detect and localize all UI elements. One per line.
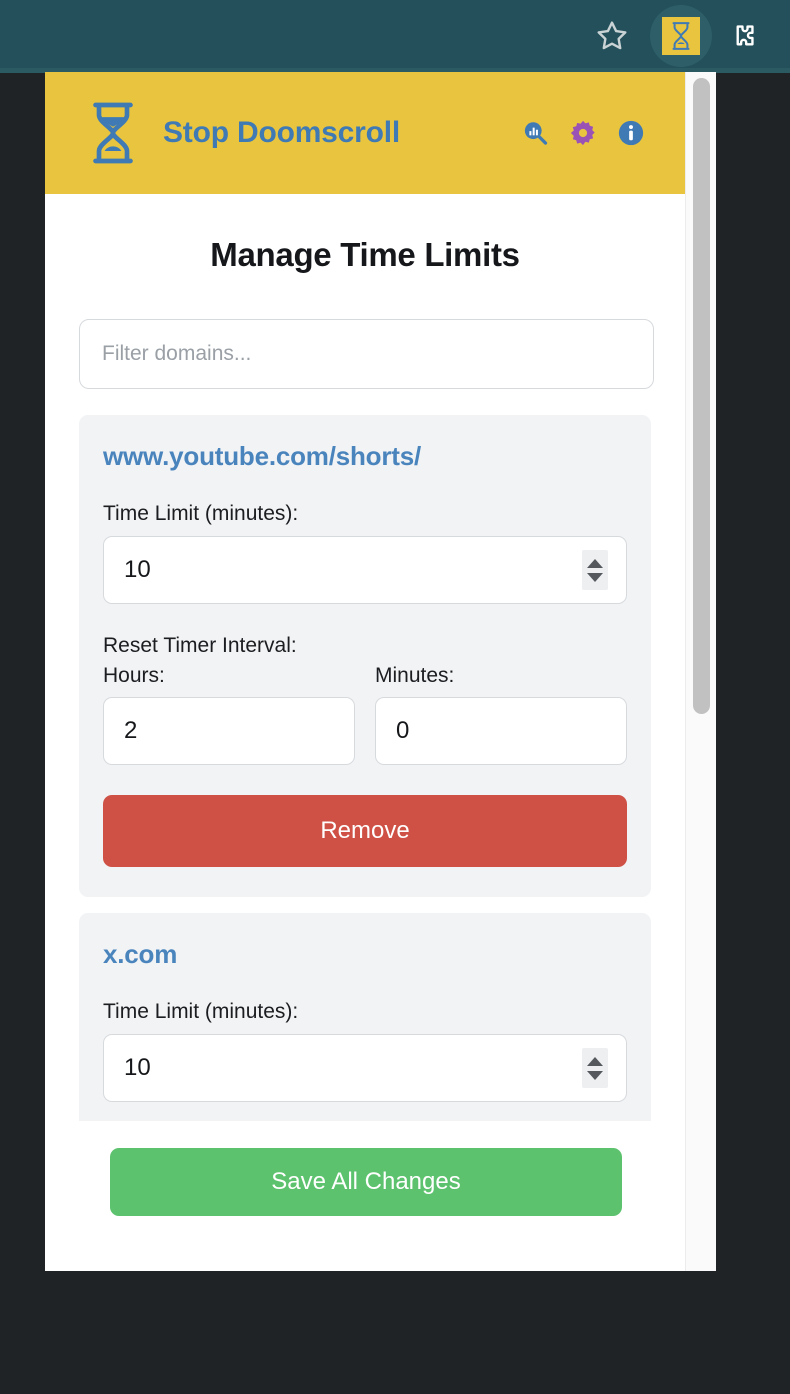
- info-icon: [618, 120, 644, 146]
- spinner-up-icon[interactable]: [587, 558, 603, 568]
- minutes-label: Minutes:: [375, 664, 455, 687]
- domain-name[interactable]: x.com: [103, 939, 627, 970]
- time-limit-value: 10: [124, 556, 151, 583]
- popup-scrollbar[interactable]: [685, 72, 716, 1271]
- time-limit-value: 10: [124, 1054, 151, 1081]
- save-all-changes-button[interactable]: Save All Changes: [110, 1148, 622, 1216]
- extensions-puzzle-button[interactable]: [712, 6, 772, 66]
- puzzle-piece-icon: [736, 25, 754, 46]
- gear-icon: [570, 120, 595, 146]
- time-limit-label: Time Limit (minutes):: [103, 1000, 299, 1023]
- hours-group: Hours: 2: [103, 664, 355, 765]
- extension-popup: Stop Doomscroll Manage Time Limits Filte…: [45, 72, 716, 1271]
- app-title: Stop Doomscroll: [163, 116, 401, 149]
- minutes-input[interactable]: 0: [375, 697, 627, 765]
- hourglass-icon: [672, 22, 690, 50]
- extension-toolbar-button[interactable]: [650, 5, 712, 67]
- bookmark-star-button[interactable]: [574, 6, 650, 66]
- browser-toolbar-buttons: [574, 5, 772, 67]
- hourglass-logo-icon: [93, 102, 133, 164]
- settings-button[interactable]: [569, 119, 597, 147]
- remove-button[interactable]: Remove: [103, 795, 627, 867]
- info-button[interactable]: [617, 119, 645, 147]
- spinner-down-icon[interactable]: [587, 572, 603, 582]
- minutes-group: Minutes: 0: [375, 664, 627, 765]
- popup-header-actions: [521, 119, 647, 147]
- star-icon: [597, 21, 627, 50]
- number-spinner[interactable]: [582, 550, 608, 590]
- browser-toolbar: [0, 0, 790, 72]
- spinner-down-icon[interactable]: [587, 1070, 603, 1080]
- number-spinner[interactable]: [582, 1048, 608, 1088]
- reset-interval-label: Reset Timer Interval:: [103, 634, 297, 657]
- reset-interval-row: Hours: 2 Minutes: 0: [103, 664, 627, 765]
- time-limit-input[interactable]: 10: [103, 1034, 627, 1102]
- stats-button[interactable]: [521, 119, 549, 147]
- popup-scroll-thumb[interactable]: [693, 78, 710, 714]
- extension-icon-badge: [662, 17, 700, 55]
- hours-label: Hours:: [103, 664, 165, 687]
- time-limit-input[interactable]: 10: [103, 536, 627, 604]
- spinner-up-icon[interactable]: [587, 1056, 603, 1066]
- domain-name[interactable]: www.youtube.com/shorts/: [103, 441, 627, 472]
- page-title: Manage Time Limits: [210, 236, 520, 273]
- save-footer: Save All Changes: [45, 1121, 716, 1271]
- popup-body: Manage Time Limits www.youtube.com/short…: [45, 194, 685, 1271]
- time-limit-label: Time Limit (minutes):: [103, 502, 299, 525]
- popup-header: Stop Doomscroll: [45, 72, 685, 194]
- domain-card: www.youtube.com/shorts/ Time Limit (minu…: [79, 415, 651, 897]
- stats-search-icon: [524, 122, 548, 145]
- filter-domains-input[interactable]: [79, 319, 654, 389]
- hours-input[interactable]: 2: [103, 697, 355, 765]
